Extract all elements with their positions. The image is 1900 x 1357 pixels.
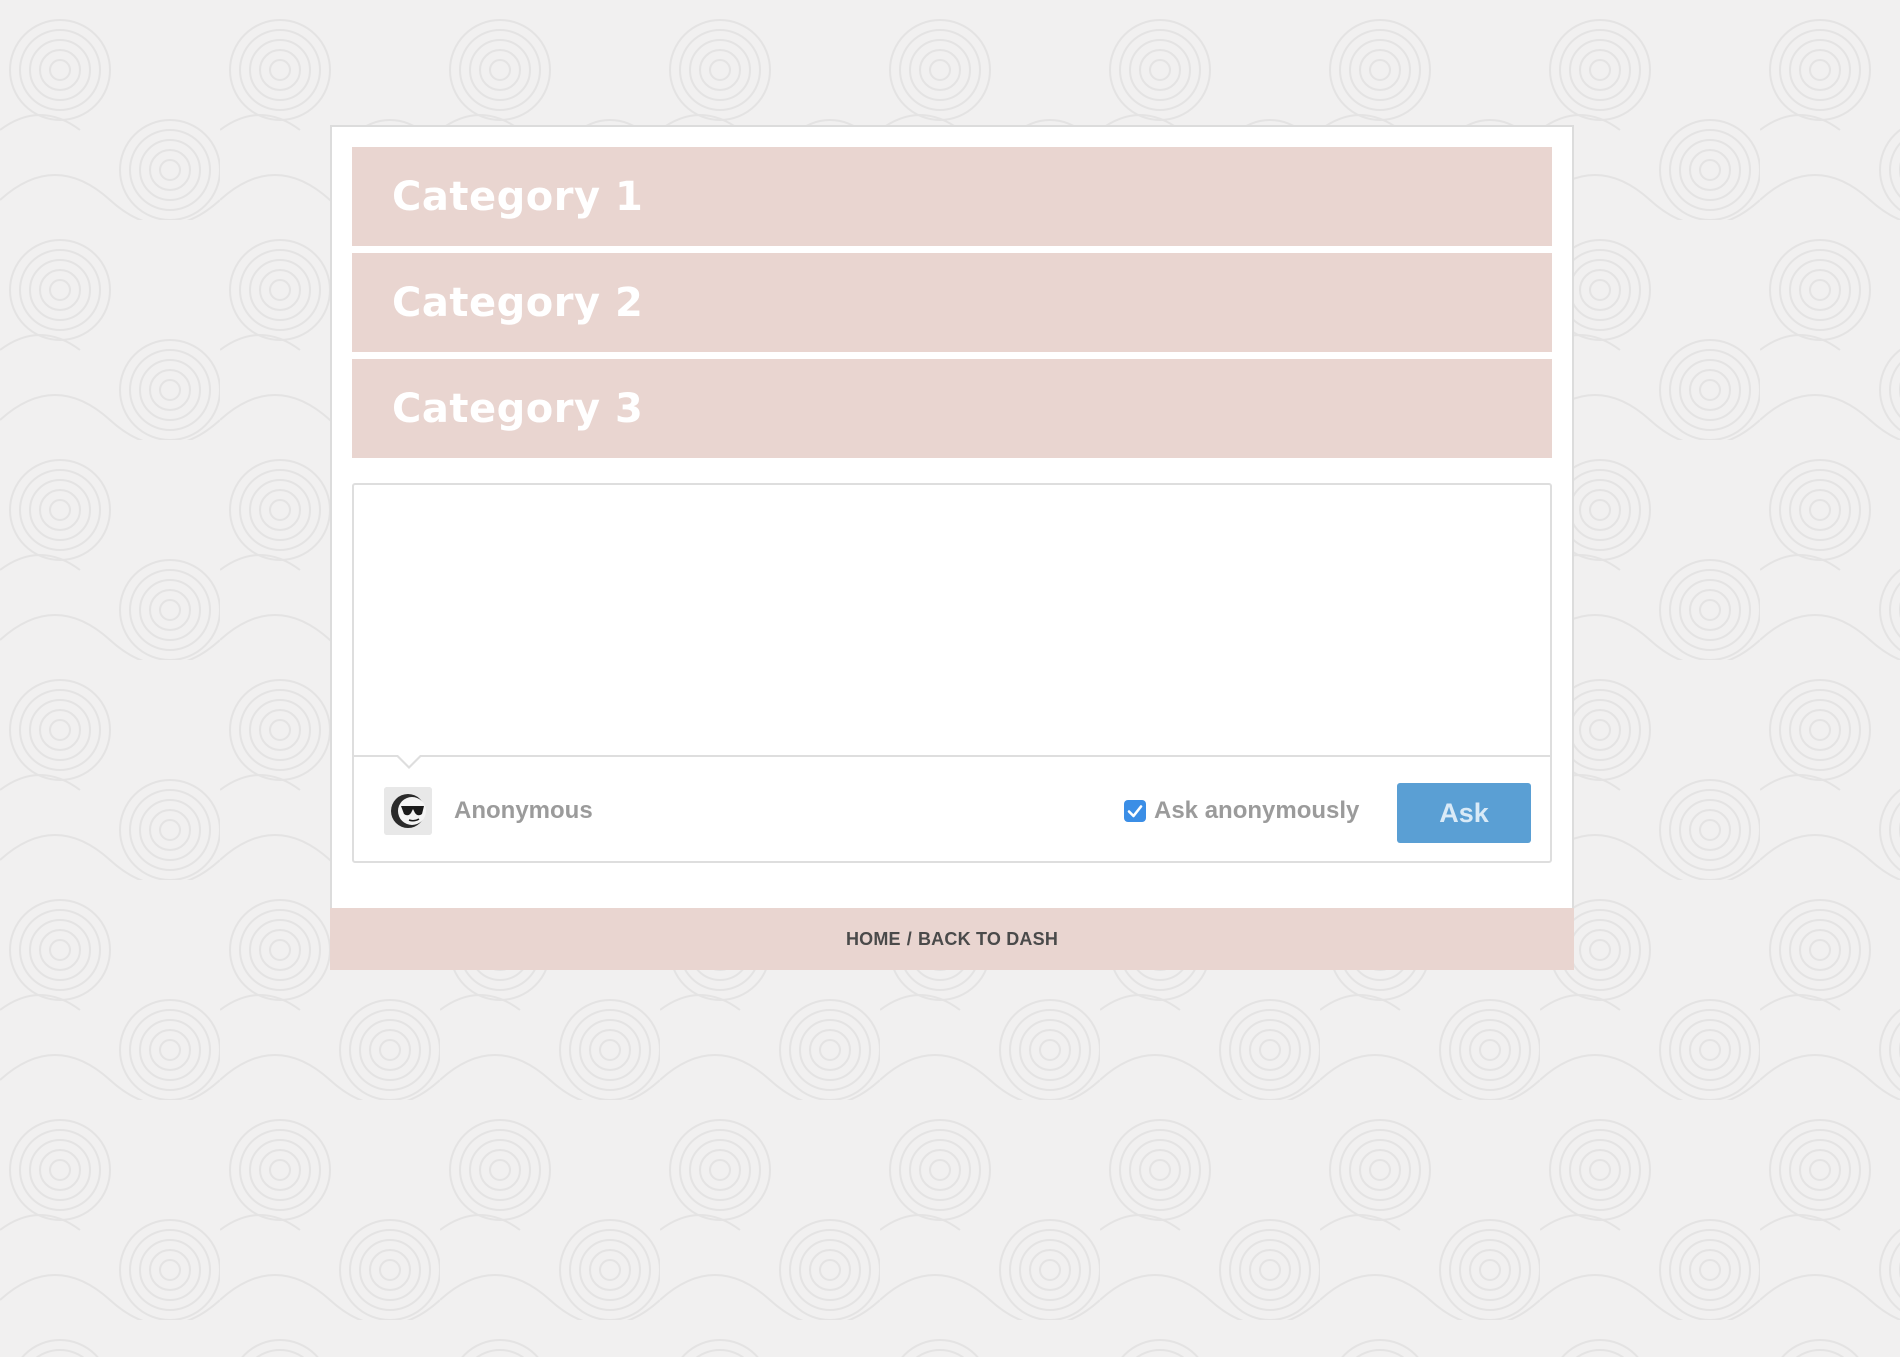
avatar: [384, 787, 432, 835]
category-label: Category 3: [392, 385, 644, 432]
anonymous-checkbox[interactable]: [1124, 800, 1146, 822]
ask-anonymously-toggle[interactable]: Ask anonymously: [1124, 795, 1359, 827]
category-item-1[interactable]: Category 1: [352, 147, 1552, 246]
footer-separator: /: [906, 928, 912, 949]
ask-panel: Category 1 Category 2 Category 3 Anonymo…: [330, 125, 1574, 970]
category-label: Category 2: [392, 279, 644, 326]
ask-question-box: Anonymous Ask anonymously Ask: [352, 483, 1552, 863]
back-to-dash-link[interactable]: BACK TO DASH: [918, 929, 1058, 950]
question-input[interactable]: [354, 485, 1550, 755]
checkmark-icon: [1127, 805, 1143, 818]
sunglasses-face-icon: [384, 787, 432, 835]
footer-nav: HOME / BACK TO DASH: [330, 908, 1574, 970]
anonymous-label: Ask anonymously: [1154, 797, 1360, 824]
ask-box-footer: Anonymous Ask anonymously Ask: [354, 757, 1550, 861]
category-item-2[interactable]: Category 2: [352, 253, 1552, 352]
home-link[interactable]: HOME: [846, 929, 901, 950]
category-label: Category 1: [392, 173, 644, 220]
ask-button[interactable]: Ask: [1397, 783, 1531, 843]
author-name: Anonymous: [454, 797, 593, 824]
category-item-3[interactable]: Category 3: [352, 359, 1552, 458]
